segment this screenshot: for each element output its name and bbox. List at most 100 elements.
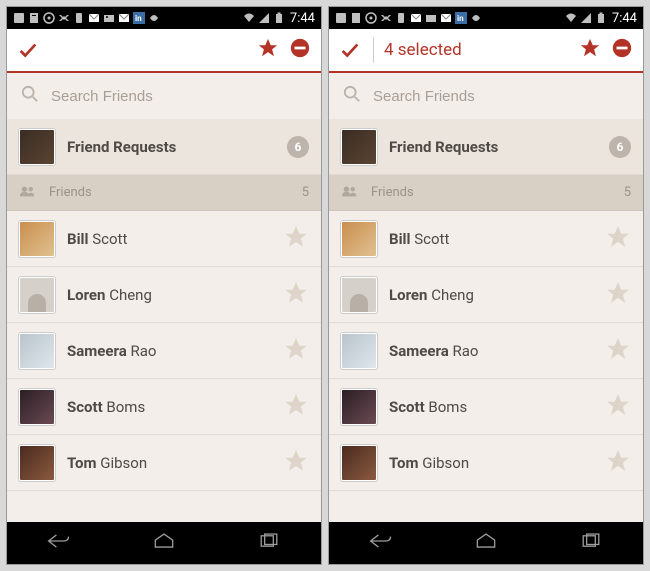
confirm-icon[interactable]: [17, 39, 39, 61]
friend-name: Scott Boms: [67, 398, 271, 416]
status-icon: [335, 12, 347, 24]
star-icon[interactable]: [283, 448, 309, 478]
avatar: [341, 277, 377, 313]
friend-name: Loren Cheng: [389, 286, 593, 304]
status-icon: [13, 12, 25, 24]
status-icon: [58, 12, 70, 24]
friends-section-label: Friends: [371, 185, 612, 200]
svg-text:in: in: [457, 14, 464, 23]
friend-name: Tom Gibson: [389, 454, 593, 472]
friend-row[interactable]: Bill Scott: [329, 211, 643, 267]
back-button[interactable]: [368, 531, 394, 555]
avatar: [19, 277, 55, 313]
linkedin-icon: in: [133, 12, 145, 24]
recent-button[interactable]: [256, 531, 282, 555]
svg-text:in: in: [135, 14, 142, 23]
friend-name: Bill Scott: [389, 230, 593, 248]
friends-section-icon: [341, 185, 359, 201]
favorite-button[interactable]: [579, 37, 601, 63]
gmail-icon: [118, 12, 130, 24]
phone-right: in 7:44 4 selected Friend Requests 6 Fri…: [328, 6, 644, 565]
friend-name: Sameera Rao: [67, 342, 271, 360]
avatar: [19, 129, 55, 165]
remove-button[interactable]: [289, 37, 311, 63]
status-icon: [380, 12, 392, 24]
app-header: 4 selected: [329, 29, 643, 73]
remove-button[interactable]: [611, 37, 633, 63]
app-header: [7, 29, 321, 73]
friend-row[interactable]: Scott Boms: [7, 379, 321, 435]
friend-requests-count: 6: [287, 136, 309, 158]
avatar: [341, 129, 377, 165]
signal-icon: [580, 12, 592, 24]
confirm-icon[interactable]: [339, 39, 361, 61]
friend-row[interactable]: Sameera Rao: [329, 323, 643, 379]
avatar: [341, 221, 377, 257]
status-icon: [73, 12, 85, 24]
search-icon: [21, 85, 39, 107]
friend-requests-row[interactable]: Friend Requests 6: [7, 119, 321, 175]
favorite-button[interactable]: [257, 37, 279, 63]
selected-count: 4 selected: [384, 40, 462, 60]
avatar: [341, 333, 377, 369]
home-button[interactable]: [473, 531, 499, 555]
gmail-icon: [410, 12, 422, 24]
search-icon: [343, 85, 361, 107]
avatar: [19, 389, 55, 425]
friend-name: Sameera Rao: [389, 342, 593, 360]
friend-requests-label: Friend Requests: [389, 138, 597, 156]
wifi-icon: [565, 12, 577, 24]
friends-section-count: 5: [302, 185, 309, 200]
friend-requests-count: 6: [609, 136, 631, 158]
friend-row[interactable]: Loren Cheng: [7, 267, 321, 323]
friend-row[interactable]: Loren Cheng: [329, 267, 643, 323]
status-icon: [470, 12, 482, 24]
friend-row[interactable]: Tom Gibson: [7, 435, 321, 491]
friend-row[interactable]: Bill Scott: [7, 211, 321, 267]
friend-requests-label: Friend Requests: [67, 138, 275, 156]
wifi-icon: [243, 12, 255, 24]
star-icon[interactable]: [605, 224, 631, 254]
clock: 7:44: [290, 11, 315, 26]
search-input[interactable]: [373, 88, 629, 105]
home-button[interactable]: [151, 531, 177, 555]
linkedin-icon: in: [455, 12, 467, 24]
star-icon[interactable]: [283, 392, 309, 422]
friends-section-header: Friends 5: [7, 175, 321, 211]
back-button[interactable]: [46, 531, 72, 555]
status-icon: [350, 12, 362, 24]
gmail-icon: [440, 12, 452, 24]
gmail-icon: [88, 12, 100, 24]
star-icon[interactable]: [605, 392, 631, 422]
divider: [373, 37, 374, 63]
search-row[interactable]: [7, 73, 321, 119]
signal-icon: [258, 12, 270, 24]
friend-row[interactable]: Sameera Rao: [7, 323, 321, 379]
friend-name: Scott Boms: [389, 398, 593, 416]
friend-name: Tom Gibson: [67, 454, 271, 472]
search-input[interactable]: [51, 88, 307, 105]
battery-icon: [595, 12, 607, 24]
friend-name: Bill Scott: [67, 230, 271, 248]
android-navbar: [329, 522, 643, 564]
friend-name: Loren Cheng: [67, 286, 271, 304]
status-icon: [425, 12, 437, 24]
status-bar: in 7:44: [329, 7, 643, 29]
status-icon: [43, 12, 55, 24]
friends-section-header: Friends 5: [329, 175, 643, 211]
friend-requests-row[interactable]: Friend Requests 6: [329, 119, 643, 175]
clock: 7:44: [612, 11, 637, 26]
friend-row[interactable]: Scott Boms: [329, 379, 643, 435]
star-icon[interactable]: [605, 280, 631, 310]
star-icon[interactable]: [283, 280, 309, 310]
star-icon[interactable]: [283, 224, 309, 254]
status-icon: [365, 12, 377, 24]
search-row[interactable]: [329, 73, 643, 119]
star-icon[interactable]: [605, 448, 631, 478]
star-icon[interactable]: [605, 336, 631, 366]
star-icon[interactable]: [283, 336, 309, 366]
avatar: [341, 389, 377, 425]
status-icon: [103, 12, 115, 24]
friend-row[interactable]: Tom Gibson: [329, 435, 643, 491]
recent-button[interactable]: [578, 531, 604, 555]
